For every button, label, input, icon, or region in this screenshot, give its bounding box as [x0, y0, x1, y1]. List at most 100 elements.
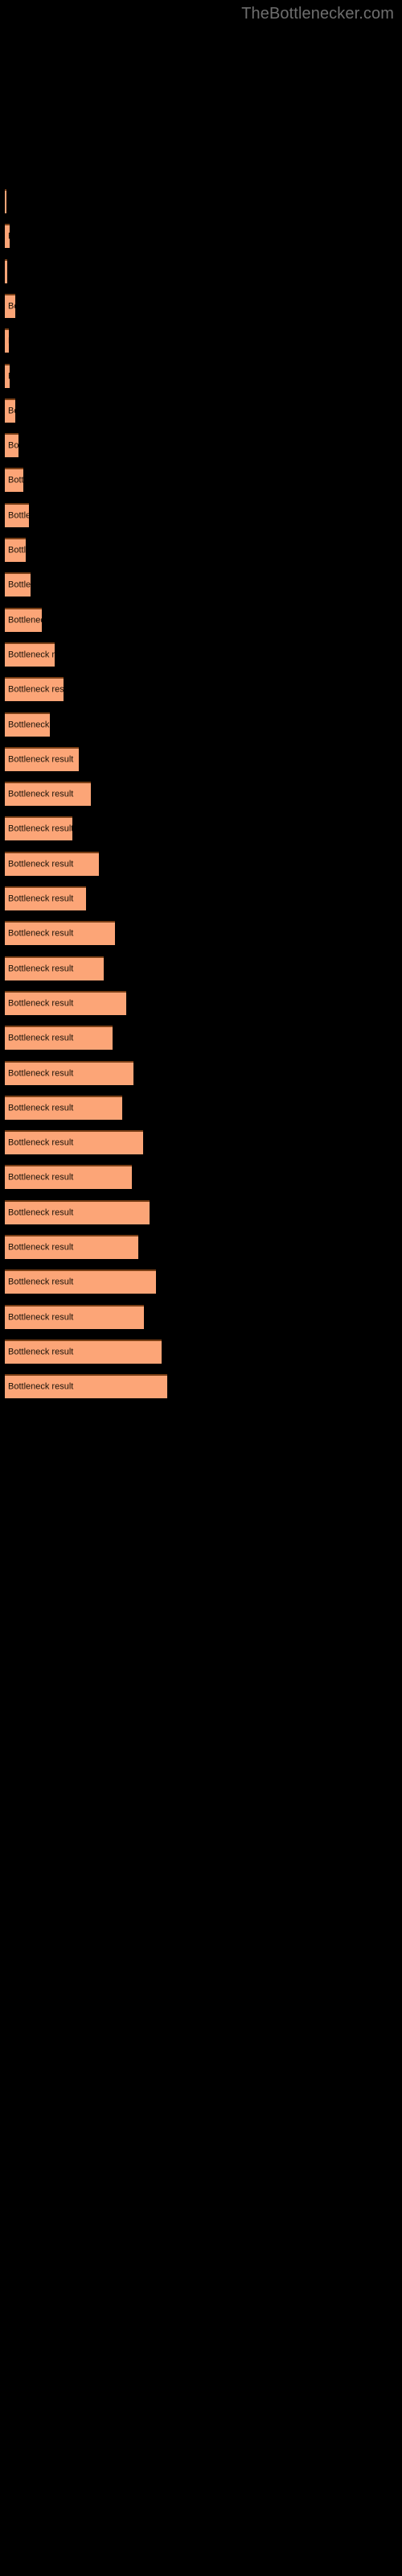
- bar-row: Bottleneck result: [0, 886, 402, 912]
- bar-label: Bottleneck result: [8, 684, 64, 695]
- bar-label: Bottleneck result: [8, 1208, 74, 1218]
- bar-row: Bottleneck result: [0, 1199, 402, 1226]
- bar-row: Bottleneck result: [0, 1374, 402, 1400]
- bar-row: Bottleneck result: [0, 642, 402, 668]
- bar[interactable]: Bottleneck result: [5, 816, 72, 841]
- bar[interactable]: Bottleneck result: [5, 746, 79, 771]
- bar-label: Bottleneck result: [8, 336, 9, 347]
- bar-label: Bottleneck result: [8, 1381, 74, 1392]
- bar-label: Bottleneck result: [8, 1277, 74, 1287]
- bar[interactable]: Bottleneck result: [5, 851, 99, 876]
- bar-row: Bottleneck result: [0, 1165, 402, 1191]
- bar[interactable]: Bottleneck result: [5, 363, 10, 388]
- bar-label: Bottleneck result: [8, 545, 26, 555]
- bar[interactable]: Bottleneck result: [5, 189, 6, 213]
- bar-label: Bottleneck result: [8, 824, 72, 834]
- bar[interactable]: Bottleneck result: [5, 1165, 132, 1190]
- bar[interactable]: Bottleneck result: [5, 712, 50, 737]
- bar-row: Bottleneck result: [0, 224, 402, 250]
- bar-row: Bottleneck result: [0, 572, 402, 598]
- bar-label: Bottleneck result: [8, 1068, 74, 1078]
- bar-label: Bottleneck result: [8, 754, 74, 765]
- bar[interactable]: Bottleneck result: [5, 538, 26, 562]
- bar[interactable]: Bottleneck result: [5, 468, 23, 493]
- bar[interactable]: Bottleneck result: [5, 1339, 162, 1364]
- bar[interactable]: Bottleneck result: [5, 782, 91, 807]
- bar[interactable]: Bottleneck result: [5, 258, 7, 283]
- bar-label: Bottleneck result: [8, 580, 31, 590]
- bar-label: Bottleneck result: [8, 371, 10, 382]
- bar-label: Bottleneck result: [8, 998, 74, 1009]
- bar-row: Bottleneck result: [0, 468, 402, 493]
- bar-label: Bottleneck result: [8, 1033, 74, 1043]
- bar-row: Bottleneck result: [0, 189, 402, 215]
- bar-label: Bottleneck result: [8, 928, 74, 939]
- bar-row: Bottleneck result: [0, 502, 402, 529]
- bar-label: Bottleneck result: [8, 789, 74, 799]
- bar[interactable]: Bottleneck result: [5, 1235, 138, 1259]
- bar-row: Bottleneck result: [0, 677, 402, 703]
- bar[interactable]: Bottleneck result: [5, 398, 15, 423]
- bar-row: Bottleneck result: [0, 746, 402, 773]
- bar-row: Bottleneck result: [0, 782, 402, 807]
- bar-label: Bottleneck result: [8, 1103, 74, 1113]
- bar-row: Bottleneck result: [0, 1339, 402, 1365]
- bar-row: Bottleneck result: [0, 1235, 402, 1261]
- bar-label: Bottleneck result: [8, 510, 29, 521]
- bar[interactable]: Bottleneck result: [5, 502, 29, 527]
- bar[interactable]: Bottleneck result: [5, 1304, 144, 1329]
- bar-label: Bottleneck result: [8, 406, 15, 416]
- bar[interactable]: Bottleneck result: [5, 921, 115, 946]
- bar-row: Bottleneck result: [0, 1269, 402, 1295]
- bar-row: Bottleneck result: [0, 1130, 402, 1156]
- bar-row: Bottleneck result: [0, 956, 402, 982]
- bar[interactable]: Bottleneck result: [5, 1269, 156, 1294]
- bar-row: Bottleneck result: [0, 851, 402, 877]
- bar[interactable]: Bottleneck result: [5, 224, 10, 249]
- bar[interactable]: Bottleneck result: [5, 642, 55, 667]
- bar[interactable]: Bottleneck result: [5, 886, 86, 910]
- bar-row: Bottleneck result: [0, 363, 402, 390]
- bar[interactable]: Bottleneck result: [5, 990, 126, 1015]
- bar-row: Bottleneck result: [0, 293, 402, 320]
- bar[interactable]: Bottleneck result: [5, 1374, 167, 1399]
- bar[interactable]: Bottleneck result: [5, 1130, 143, 1155]
- bar[interactable]: Bottleneck result: [5, 1095, 122, 1120]
- bar-label: Bottleneck result: [8, 475, 23, 485]
- bar[interactable]: Bottleneck result: [5, 293, 15, 318]
- bar-label: Bottleneck result: [8, 859, 74, 869]
- bar-row: Bottleneck result: [0, 433, 402, 459]
- bar-row: Bottleneck result: [0, 258, 402, 285]
- bar[interactable]: Bottleneck result: [5, 1199, 150, 1224]
- bar[interactable]: Bottleneck result: [5, 1060, 133, 1085]
- bar-row: Bottleneck result: [0, 1095, 402, 1121]
- bar-row: Bottleneck result: [0, 1304, 402, 1331]
- bar-label: Bottleneck result: [8, 1172, 74, 1183]
- bar-row: Bottleneck result: [0, 990, 402, 1017]
- bar[interactable]: Bottleneck result: [5, 572, 31, 597]
- bar-row: Bottleneck result: [0, 398, 402, 424]
- bar-label: Bottleneck result: [8, 1137, 74, 1148]
- bar[interactable]: Bottleneck result: [5, 607, 42, 632]
- bar[interactable]: Bottleneck result: [5, 433, 18, 458]
- bar-label: Bottleneck result: [8, 1347, 74, 1357]
- bar-row: Bottleneck result: [0, 712, 402, 738]
- bar-row: Bottleneck result: [0, 538, 402, 564]
- bar[interactable]: Bottleneck result: [5, 328, 9, 353]
- bar-label: Bottleneck result: [8, 440, 18, 451]
- bar-row: Bottleneck result: [0, 921, 402, 947]
- bar[interactable]: Bottleneck result: [5, 1026, 113, 1051]
- bar-label: Bottleneck result: [8, 894, 74, 904]
- bar[interactable]: Bottleneck result: [5, 677, 64, 702]
- chart-page: TheBottlenecker.com Bottleneck resultBot…: [0, 0, 402, 2576]
- bar-label: Bottleneck result: [8, 1312, 74, 1323]
- bar-label: Bottleneck result: [8, 301, 15, 312]
- bottleneck-bar-chart: Bottleneck result Bottleneck result Bottle…: [0, 0, 402, 2576]
- bar-label: Bottleneck result: [8, 650, 55, 660]
- bar-row: Bottleneck result: [0, 816, 402, 842]
- bar-label: Bottleneck result: [8, 1242, 74, 1253]
- bar[interactable]: Bottleneck result: [5, 956, 104, 980]
- bar-label: Bottleneck result: [8, 615, 42, 625]
- bar-label: Bottleneck result: [8, 720, 50, 729]
- bar-row: Bottleneck result: [0, 607, 402, 634]
